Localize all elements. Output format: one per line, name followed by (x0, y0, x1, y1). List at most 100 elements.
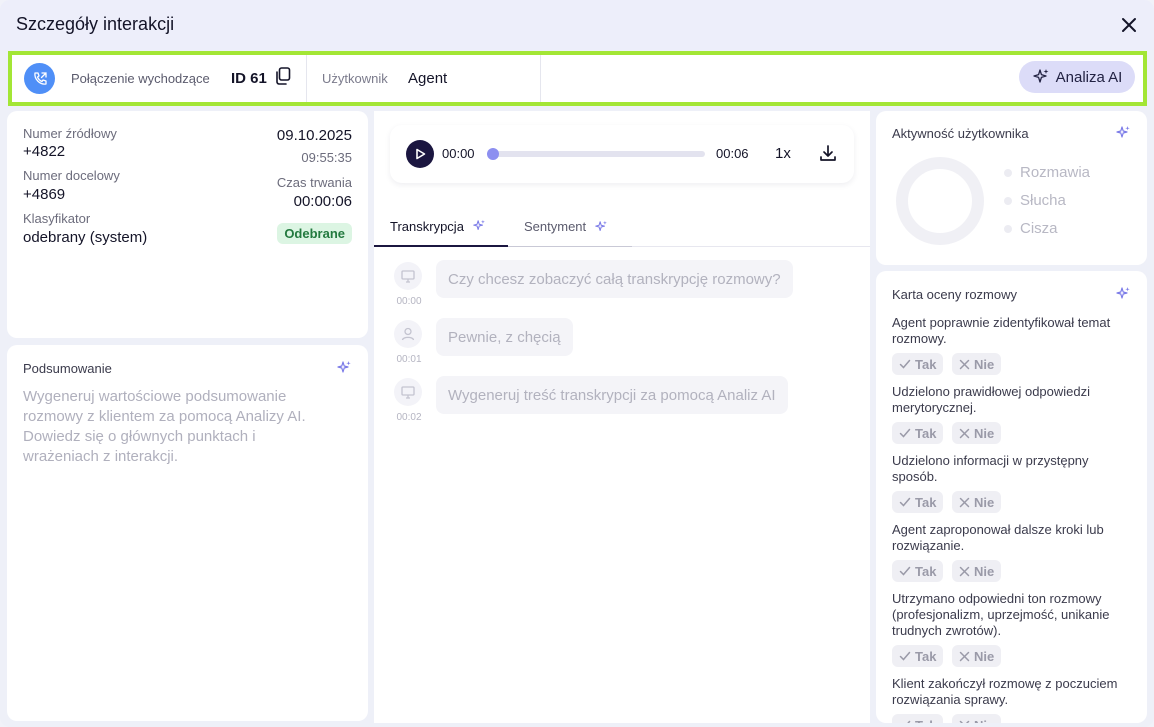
no-label: Nie (974, 494, 995, 510)
scorecard-question: Agent poprawnie zidentyfikował temat roz… (892, 315, 1111, 346)
sparkle-icon[interactable] (336, 360, 352, 376)
sparkle-icon[interactable] (1115, 125, 1131, 141)
no-button[interactable]: Nie (952, 714, 1002, 724)
classifier-label: Klasyfikator (23, 211, 91, 226)
sparkle-icon (473, 219, 485, 231)
legend-item: Rozmawia (1004, 164, 1090, 181)
yes-label: Tak (915, 356, 937, 372)
check-icon (899, 497, 911, 507)
check-icon (899, 566, 911, 576)
scorecard-question: Udzielono informacji w przystępny sposób… (892, 453, 1089, 484)
source-number: +4822 (23, 143, 66, 160)
tab-sentiment-label: Sentyment (524, 219, 587, 234)
ai-analysis-button[interactable]: Analiza AI (1019, 61, 1135, 93)
close-icon (1122, 18, 1136, 32)
transcript-tabs: Transkrypcja Sentyment (374, 207, 870, 247)
legend-dot (1004, 168, 1012, 177)
duration-label: Czas trwania (276, 175, 352, 190)
activity-title: Aktywność użytkownika (892, 126, 1029, 141)
scorecard-question: Klient zakończył rozmowę z poczuciem roz… (892, 676, 1118, 707)
user-activity-card: Aktywność użytkownika Rozmawia Słucha Ci… (876, 111, 1147, 265)
sparkle-icon[interactable] (1115, 286, 1131, 302)
monitor-icon (394, 262, 422, 290)
no-button[interactable]: Nie (952, 353, 1002, 375)
tab-sentiment[interactable]: Sentyment (508, 207, 632, 247)
message-bubble: Pewnie, z chęcią (436, 318, 573, 356)
no-label: Nie (974, 563, 995, 579)
playback-speed[interactable]: 1x (775, 145, 791, 162)
sparkle-icon (1032, 69, 1049, 83)
no-label: Nie (974, 718, 994, 724)
details-card: Numer źródłowy +4822 09.10.2025 09:55:35… (7, 111, 368, 338)
legend-dot (1004, 196, 1012, 205)
sparkle-icon (595, 220, 608, 231)
legend-label: Słucha (1020, 192, 1066, 209)
summary-text: Wygeneruj wartościowe podsumowanie rozmo… (23, 388, 306, 465)
no-button[interactable]: Nie (952, 645, 1002, 667)
download-icon[interactable] (818, 143, 838, 163)
monitor-icon (394, 378, 422, 406)
yes-label: Tak (915, 648, 937, 664)
call-date: 09.10.2025 (276, 127, 352, 144)
no-button[interactable]: Nie (952, 560, 1002, 582)
x-icon (959, 720, 970, 723)
message-bubble: Czy chcesz zobaczyć całą transkrypcję ro… (436, 260, 793, 298)
legend-label: Cisza (1020, 220, 1058, 237)
yes-button[interactable]: Tak (892, 353, 944, 375)
yes-button[interactable]: Tak (892, 560, 944, 582)
progress-slider[interactable] (487, 148, 705, 160)
audio-player: 00:00 00:06 1x (390, 125, 854, 183)
summary-card: Podsumowanie Wygeneruj wartościowe podsu… (7, 345, 368, 721)
scorecard-question: Agent zaproponował dalsze kroki lub rozw… (892, 522, 1104, 553)
yes-button[interactable]: Tak (892, 645, 944, 667)
outgoing-call-icon (24, 63, 55, 94)
x-icon (959, 566, 970, 576)
yes-label: Tak (915, 718, 936, 724)
x-icon (959, 497, 970, 507)
progress-thumb[interactable] (487, 148, 499, 160)
divider (306, 55, 307, 102)
no-label: Nie (974, 425, 995, 441)
call-header: Połączenie wychodzące ID 61 Użytkownik A… (8, 51, 1147, 106)
current-time: 00:00 (442, 146, 475, 161)
source-number-label: Numer źródłowy (23, 126, 117, 141)
interaction-details-modal: Szczegóły interakcji Połączenie wychodzą… (0, 0, 1154, 727)
close-button[interactable] (1116, 12, 1142, 38)
play-icon (416, 148, 426, 160)
yes-label: Tak (915, 563, 937, 579)
user-icon (394, 320, 422, 348)
tab-transcription[interactable]: Transkrypcja (374, 207, 508, 247)
scorecard-card: Karta oceny rozmowy Agent poprawnie zide… (876, 271, 1147, 723)
scorecard-question: Utrzymano odpowiedni ton rozmowy (profes… (892, 591, 1110, 638)
legend-dot (1004, 224, 1012, 233)
ai-analysis-label: Analiza AI (1055, 68, 1123, 86)
user-value: Agent (408, 70, 448, 87)
check-icon (907, 720, 911, 723)
check-icon (899, 651, 911, 661)
yes-button[interactable]: Tak (892, 491, 944, 513)
target-number-label: Numer docelowy (23, 168, 120, 183)
duration-value: 00:00:06 (293, 193, 352, 210)
scorecard-title: Karta oceny rozmowy (892, 287, 1017, 302)
end-time: 00:06 (716, 146, 749, 161)
target-number: +4869 (23, 186, 66, 203)
yes-button[interactable]: Tak (892, 422, 944, 444)
legend-item: Cisza (1004, 220, 1058, 237)
x-icon (959, 428, 970, 438)
modal-title: Szczegóły interakcji (16, 14, 175, 34)
status-badge: Odebrane (277, 223, 352, 244)
copy-icon[interactable] (275, 67, 293, 87)
play-button[interactable] (406, 140, 434, 168)
call-time: 09:55:35 (301, 150, 352, 165)
scorecard-question: Udzielono prawidłowej odpowiedzi merytor… (892, 384, 1091, 415)
check-icon (899, 428, 911, 438)
no-button[interactable]: Nie (952, 491, 1002, 513)
tab-transcription-label: Transkrypcja (390, 218, 464, 234)
no-label: Nie (974, 648, 995, 664)
yes-button[interactable]: Tak (892, 714, 944, 724)
classifier-value: odebrany (system) (23, 229, 148, 246)
call-type: Połączenie wychodzące (71, 71, 210, 86)
message-bubble: Wygeneruj treść transkrypcji za pomocą A… (436, 376, 788, 414)
x-icon (959, 651, 970, 661)
no-button[interactable]: Nie (952, 422, 1002, 444)
